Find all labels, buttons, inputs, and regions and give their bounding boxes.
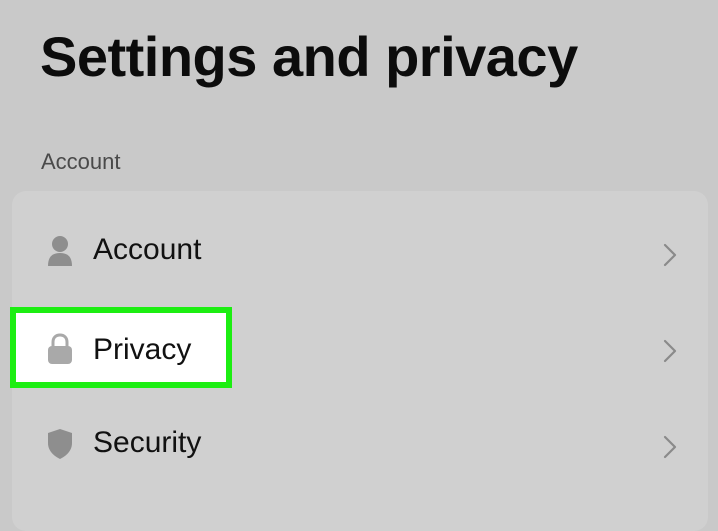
chevron-right-icon [663,243,677,267]
section-label-account: Account [41,149,121,174]
settings-row-label: Security [93,426,202,459]
privacy-highlight-box[interactable]: Privacy [10,307,232,388]
page-title: Settings and privacy [40,25,578,88]
settings-row-label: Account [93,233,202,266]
settings-row-security[interactable]: Security [12,398,708,494]
lock-icon [48,333,72,364]
settings-row-account[interactable]: Account [12,205,708,301]
person-icon [48,236,72,266]
shield-icon [48,429,72,459]
chevron-right-icon [663,339,677,363]
settings-row-label: Privacy [93,333,192,366]
chevron-right-icon [663,435,677,459]
